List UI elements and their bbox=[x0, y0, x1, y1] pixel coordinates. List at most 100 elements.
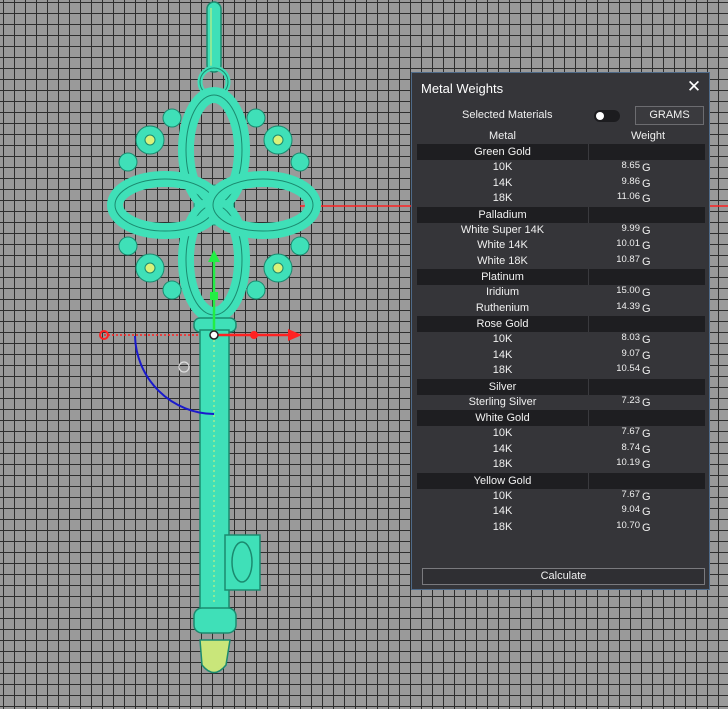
weight-value: 8.74 bbox=[621, 441, 641, 453]
panel-header: Metal Weights ✕ bbox=[412, 73, 709, 105]
weight-unit: G bbox=[642, 521, 651, 534]
metal-weight-row: 18K 10.70 G bbox=[417, 520, 705, 535]
metal-group-header: Silver bbox=[417, 378, 705, 395]
weight-unit: G bbox=[642, 334, 651, 346]
weight-value: 7.23 bbox=[621, 394, 641, 406]
metal-variant: Sterling Silver bbox=[468, 395, 537, 408]
metal-weight-row: White Super 14K 9.99 G bbox=[417, 223, 705, 238]
weight-value: 14.39 bbox=[616, 300, 640, 312]
selected-materials-label: Selected Materials bbox=[462, 109, 553, 121]
metal-group-header: Yellow Gold bbox=[417, 472, 705, 489]
weight-value: 9.04 bbox=[621, 504, 641, 515]
metal-weight-row: 10K 7.67 G bbox=[417, 426, 705, 441]
metal-group-name: White Gold bbox=[475, 412, 530, 424]
weight-unit: G bbox=[642, 224, 651, 237]
metal-group-name: Palladium bbox=[478, 208, 527, 221]
weight-value: 9.07 bbox=[621, 347, 641, 359]
metal-variant: 14K bbox=[492, 442, 513, 455]
metal-weights-panel: Metal Weights ✕ Selected Materials GRAMS… bbox=[411, 72, 710, 590]
metal-variant: 18K bbox=[492, 520, 513, 533]
metal-weight-row: 14K 8.74 G bbox=[417, 442, 705, 457]
weight-value: 9.99 bbox=[621, 222, 641, 234]
weight-value: 11.06 bbox=[616, 191, 640, 202]
gizmo-center bbox=[209, 330, 219, 340]
weight-value: 10.54 bbox=[616, 363, 640, 374]
weight-unit: G bbox=[642, 349, 651, 362]
metal-weight-row: 10K 8.03 G bbox=[417, 332, 705, 347]
metal-group-name: Yellow Gold bbox=[473, 474, 532, 487]
metal-weight-row: 18K 11.06 G bbox=[417, 191, 705, 206]
metal-group-header: Platinum bbox=[417, 269, 705, 285]
weight-value: 7.67 bbox=[621, 488, 641, 500]
weight-unit: G bbox=[642, 255, 651, 268]
metal-group-name: Platinum bbox=[481, 271, 524, 283]
metal-weight-row: 10K 7.67 G bbox=[417, 489, 705, 504]
metal-group-header: White Gold bbox=[417, 410, 705, 426]
weight-value: 10.70 bbox=[616, 519, 640, 531]
weight-value: 15.00 bbox=[616, 285, 640, 296]
close-icon[interactable]: ✕ bbox=[686, 78, 702, 96]
metal-group-header: Green Gold bbox=[417, 144, 705, 160]
weight-unit: G bbox=[642, 396, 651, 409]
weight-unit: G bbox=[642, 506, 651, 518]
metal-variant: Ruthenium bbox=[475, 301, 530, 314]
metal-variant: 10K bbox=[492, 161, 513, 173]
weight-unit: G bbox=[642, 428, 651, 440]
metal-variant: 18K bbox=[492, 364, 513, 376]
toggle-knob bbox=[596, 112, 604, 120]
weight-unit: G bbox=[642, 240, 651, 252]
metal-variant: 18K bbox=[492, 458, 513, 470]
units-button[interactable]: GRAMS bbox=[635, 106, 704, 125]
selected-materials-toggle[interactable] bbox=[594, 110, 620, 122]
metal-variant: 10K bbox=[492, 333, 513, 345]
column-header-weight: Weight bbox=[631, 130, 666, 142]
metal-variant: 18K bbox=[492, 192, 513, 204]
panel-title: Metal Weights bbox=[421, 81, 504, 96]
metal-weight-row: 14K 9.04 G bbox=[417, 504, 705, 519]
metal-variant: 14K bbox=[492, 505, 513, 517]
metal-variant: Iridium bbox=[485, 286, 519, 298]
metal-group-name: Rose Gold bbox=[476, 318, 529, 330]
metal-weight-row: White 18K 10.87 G bbox=[417, 254, 705, 269]
key-tip bbox=[199, 639, 231, 674]
weight-unit: G bbox=[642, 177, 651, 190]
weight-value: 9.86 bbox=[621, 175, 641, 187]
weight-unit: G bbox=[642, 302, 651, 315]
weight-value: 8.03 bbox=[621, 332, 641, 343]
weight-value: 10.87 bbox=[616, 253, 640, 265]
metal-variant: White 14K bbox=[477, 239, 528, 251]
metal-variant: 10K bbox=[492, 427, 513, 439]
metal-group-header: Palladium bbox=[417, 206, 705, 223]
bottom-ring bbox=[193, 607, 237, 634]
metal-weight-row: 14K 9.86 G bbox=[417, 176, 705, 191]
weight-unit: G bbox=[642, 162, 651, 174]
weight-unit: G bbox=[642, 365, 651, 377]
metal-weight-row: White 14K 10.01 G bbox=[417, 238, 705, 253]
calculate-button[interactable]: Calculate bbox=[422, 568, 705, 585]
weight-value: 8.65 bbox=[621, 160, 641, 171]
metal-variant: White 18K bbox=[477, 254, 528, 267]
metal-weight-row: 14K 9.07 G bbox=[417, 348, 705, 363]
metal-variant: 14K bbox=[492, 176, 513, 189]
metal-group-header: Rose Gold bbox=[417, 316, 705, 332]
metal-variant: 14K bbox=[492, 348, 513, 361]
metal-variant: White Super 14K bbox=[460, 223, 545, 236]
metal-variant: 10K bbox=[492, 489, 513, 502]
metal-weight-row: Sterling Silver 7.23 G bbox=[417, 395, 705, 410]
weight-unit: G bbox=[642, 193, 651, 205]
column-header-metal: Metal bbox=[489, 130, 516, 142]
weight-unit: G bbox=[642, 459, 651, 471]
metal-group-name: Silver bbox=[488, 380, 517, 393]
weight-unit: G bbox=[642, 490, 651, 503]
weight-value: 10.01 bbox=[616, 238, 640, 249]
metal-weight-row: 18K 10.54 G bbox=[417, 363, 705, 378]
weight-value: 10.19 bbox=[616, 457, 640, 468]
metal-weight-row: Iridium 15.00 G bbox=[417, 285, 705, 300]
metal-weight-row: 10K 8.65 G bbox=[417, 160, 705, 175]
metal-weight-row: Ruthenium 14.39 G bbox=[417, 301, 705, 316]
weight-value: 7.67 bbox=[621, 426, 641, 437]
weight-unit: G bbox=[642, 287, 651, 299]
metal-weight-row: 18K 10.19 G bbox=[417, 457, 705, 472]
metal-group-name: Green Gold bbox=[474, 146, 531, 158]
bail-shaft bbox=[206, 1, 222, 73]
